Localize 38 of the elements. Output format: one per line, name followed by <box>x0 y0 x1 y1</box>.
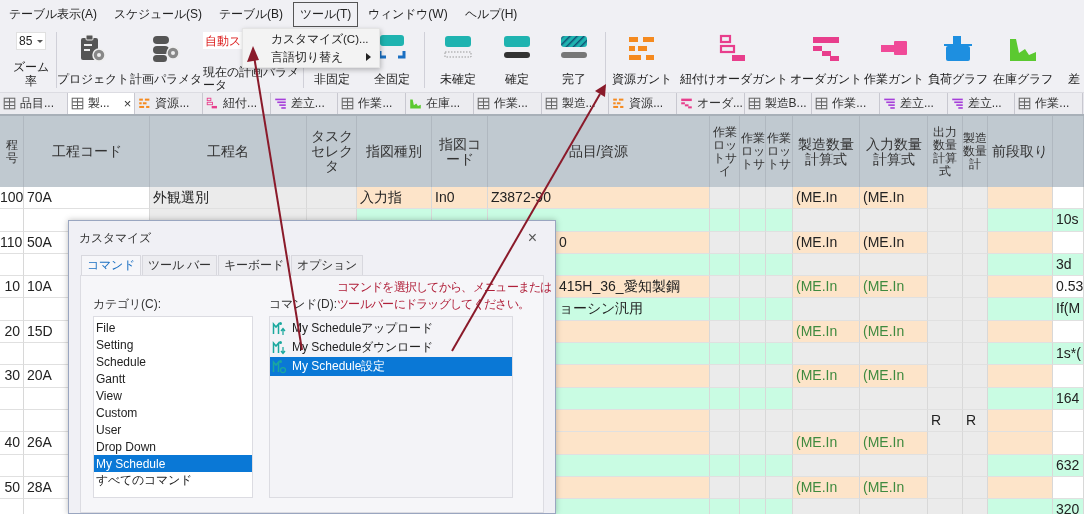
zoom-label: ズーム率 <box>12 60 50 88</box>
table-cell: 10s <box>1053 209 1084 232</box>
table-cell: 入力指 <box>357 187 432 210</box>
table-cell: (ME.In <box>860 476 928 500</box>
table-cell: (ME.In <box>860 276 928 299</box>
table-cell: 100 <box>0 187 24 210</box>
table-cell: (ME.In <box>793 476 860 500</box>
table-cell: 110 <box>0 231 24 254</box>
table-cell: 164 <box>1053 387 1084 410</box>
table-cell: R <box>928 409 963 433</box>
table-cell: 3d <box>1053 253 1084 277</box>
table-cell: 30 <box>0 365 24 388</box>
table-cell: 70A <box>24 187 150 210</box>
dialog-title: カスタマイズ <box>79 229 151 247</box>
table-cell: 632 <box>1053 454 1084 477</box>
table-cell: (ME.In <box>860 320 928 344</box>
table-cell: (ME.In <box>793 187 860 210</box>
table-cell: 20 <box>0 320 24 344</box>
table-cell: (ME.In <box>793 432 860 455</box>
table-cell: (ME.In <box>860 187 928 210</box>
table-cell: 外観選別 <box>150 187 307 210</box>
table-cell: (ME.In <box>860 432 928 455</box>
table-cell: 50 <box>0 476 24 500</box>
table-cell: 320 <box>1053 499 1084 514</box>
table-cell: (ME.In <box>860 231 928 254</box>
category-label: カテゴリ(C): <box>93 296 161 313</box>
table-cell: 1s*( <box>1053 343 1084 366</box>
table-cell: (ME.In <box>793 320 860 344</box>
table-cell: In0 <box>432 187 488 210</box>
table-cell: (ME.In <box>793 365 860 388</box>
table-cell: (ME.In <box>793 276 860 299</box>
table-cell: (ME.In <box>793 231 860 254</box>
table-cell: 40 <box>0 432 24 455</box>
table-cell: (ME.In <box>860 365 928 388</box>
table-cell: 10 <box>0 276 24 299</box>
table-cell: R <box>963 409 988 433</box>
table-cell: 0.53 <box>1053 276 1084 299</box>
table-cell: If(M <box>1053 298 1084 321</box>
